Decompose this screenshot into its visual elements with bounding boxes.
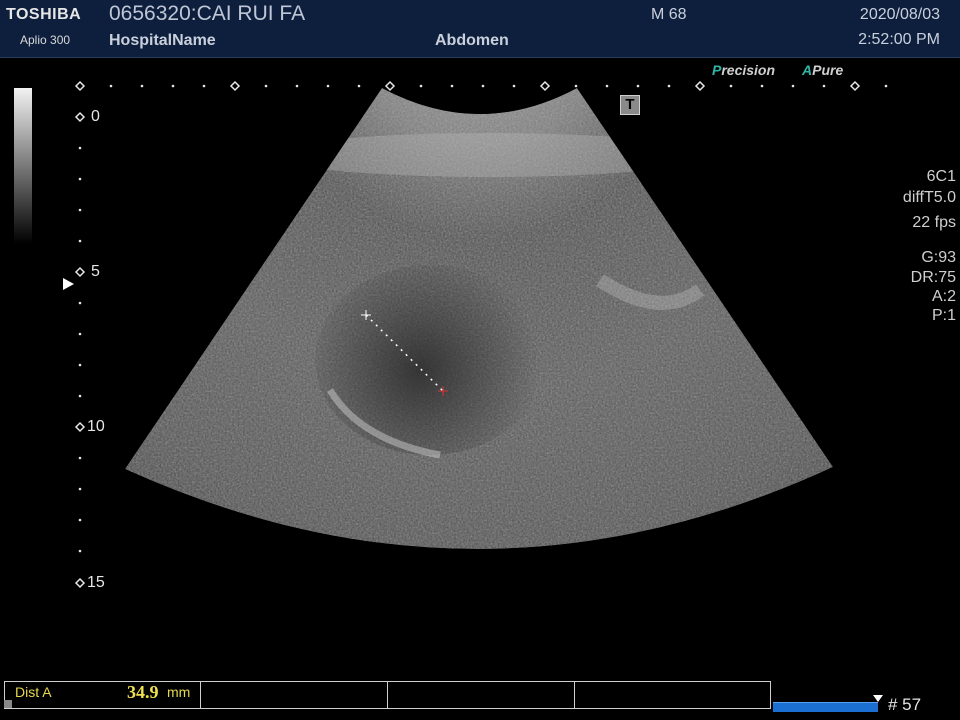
lateral-scale [74, 80, 888, 92]
hospital-name: HospitalName [109, 32, 216, 49]
text-annotation-icon[interactable]: T [620, 95, 640, 115]
depth-label-15: 15 [87, 574, 105, 591]
measurement-unit: mm [167, 684, 191, 700]
measurement-table: Dist A 34.9 mm [4, 681, 771, 709]
fps-label: 22 fps [912, 214, 956, 231]
brand-logo: TOSHIBA [6, 6, 82, 23]
status-square-icon [4, 700, 12, 708]
parameters-panel: 6C1 diffT5.0 22 fps G:93 DR:75 A:2 P:1 [903, 166, 956, 325]
patient-id-name: 0656320:CAI RUI FA [109, 2, 306, 25]
gain-label: G:93 [921, 249, 956, 266]
focus-marker-icon[interactable] [63, 278, 74, 290]
depth-label-5: 5 [91, 263, 100, 280]
exam-type: Abdomen [435, 32, 509, 49]
header-bar: TOSHIBA Aplio 300 0656320:CAI RUI FA Hos… [0, 0, 960, 58]
exam-time: 2:52:00 PM [858, 31, 940, 48]
measurement-value: 34.9 [127, 682, 159, 702]
measurement-cell-empty [575, 682, 770, 708]
mode-label: diffT5.0 [902, 189, 956, 206]
frame-number: # 57 [888, 695, 922, 714]
a-label: A:2 [931, 288, 956, 305]
p-label: P:1 [931, 307, 956, 324]
cine-position-marker-icon[interactable] [873, 695, 883, 702]
depth-label-10: 10 [87, 418, 105, 435]
exam-date: 2020/08/03 [859, 6, 940, 23]
measurement-label: Dist A [15, 684, 52, 700]
depth-label-0: 0 [91, 108, 100, 125]
cine-progress-bar[interactable] [773, 702, 878, 712]
probe-label: 6C1 [926, 168, 956, 185]
ultrasound-image [125, 88, 833, 550]
depth-scale [74, 111, 86, 589]
measurement-cell-empty [201, 682, 388, 708]
device-model: Aplio 300 [20, 33, 71, 47]
measurement-cell-empty [388, 682, 575, 708]
measurement-cell[interactable]: Dist A 34.9 mm [5, 682, 201, 708]
dynamic-range-label: DR:75 [910, 269, 956, 286]
patient-sex-age: M 68 [651, 6, 687, 23]
